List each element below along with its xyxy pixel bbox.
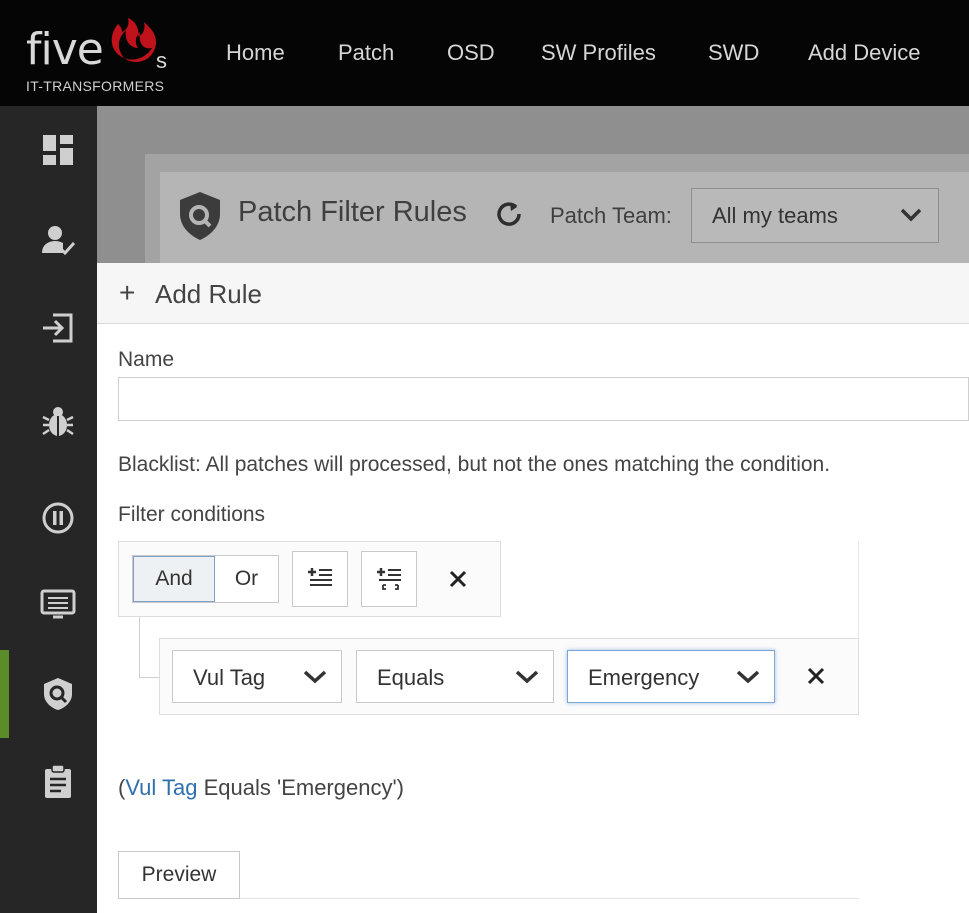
expression-rest: Equals 'Emergency') [197, 775, 404, 800]
monitor-icon[interactable] [36, 582, 80, 626]
rule-expression: (Vul Tag Equals 'Emergency') [118, 775, 404, 801]
chevron-down-icon [900, 208, 922, 222]
top-navbar: five s IT-TRANSFORMERS Home Patch OSD SW… [0, 0, 969, 106]
modal-title: Add Rule [155, 279, 262, 309]
condition-group-border [858, 541, 859, 639]
sign-in-icon[interactable] [36, 306, 80, 350]
user-check-icon[interactable] [36, 218, 80, 262]
add-condition-icon [308, 568, 332, 586]
shield-search-icon[interactable] [36, 672, 80, 716]
add-condition-button[interactable] [292, 551, 348, 607]
nav-item-home[interactable]: Home [226, 40, 285, 66]
plus-icon: + [119, 277, 136, 308]
close-icon [807, 667, 825, 685]
field-select[interactable]: Vul Tag [172, 650, 342, 703]
nav-item-patch[interactable]: Patch [338, 40, 394, 66]
dashboard-icon[interactable] [36, 128, 80, 172]
close-icon [449, 570, 467, 588]
logo-suffix: s [156, 48, 167, 73]
chevron-down-icon [515, 670, 539, 684]
preview-button[interactable]: Preview [118, 851, 240, 899]
operator-select[interactable]: Equals [356, 650, 554, 703]
sidebar [0, 106, 97, 913]
delete-group-button[interactable] [445, 566, 471, 592]
operator-select-value: Equals [377, 665, 445, 690]
filter-conditions-label: Filter conditions [118, 503, 266, 526]
tree-connector [139, 617, 140, 678]
or-button[interactable]: Or [215, 556, 278, 602]
value-select[interactable]: Emergency [567, 650, 775, 703]
and-or-toggle: And Or [132, 555, 279, 603]
delete-rule-button[interactable] [803, 663, 829, 689]
nav-item-osd[interactable]: OSD [447, 40, 495, 66]
blacklist-description: Blacklist: All patches will processed, b… [118, 453, 831, 476]
refresh-icon[interactable] [494, 199, 524, 229]
add-group-icon [377, 568, 401, 590]
tree-connector-branch [139, 677, 159, 678]
and-button[interactable]: And [133, 556, 215, 602]
patch-team-value: All my teams [712, 203, 838, 228]
add-group-button[interactable] [361, 551, 417, 607]
clipboard-icon[interactable] [36, 760, 80, 804]
shield-search-icon [180, 192, 220, 240]
patch-team-select[interactable]: All my teams [691, 188, 939, 243]
page-title: Patch Filter Rules [238, 196, 467, 228]
sidebar-active-indicator [0, 650, 9, 738]
nav-item-swd[interactable]: SWD [708, 40, 759, 66]
brand-logo[interactable]: five s IT-TRANSFORMERS [22, 18, 174, 98]
footer-divider [240, 898, 859, 899]
expression-field[interactable]: Vul Tag [125, 775, 197, 800]
nav-item-add-device[interactable]: Add Device [808, 40, 921, 66]
chevron-down-icon [303, 670, 327, 684]
logo-subtitle: IT-TRANSFORMERS [26, 78, 165, 94]
rule-name-input[interactable] [118, 377, 969, 421]
name-label: Name [118, 348, 175, 371]
value-select-value: Emergency [588, 665, 700, 690]
chevron-down-icon [736, 670, 760, 684]
modal-header: + Add Rule [97, 263, 969, 324]
nav-item-sw-profiles[interactable]: SW Profiles [541, 40, 656, 66]
patch-team-label: Patch Team: [550, 203, 672, 228]
logo-wordmark: five [26, 24, 104, 75]
field-select-value: Vul Tag [193, 665, 266, 690]
bug-icon[interactable] [36, 400, 80, 444]
pause-circle-icon[interactable] [36, 496, 80, 540]
logo-flame-icon [111, 18, 156, 63]
